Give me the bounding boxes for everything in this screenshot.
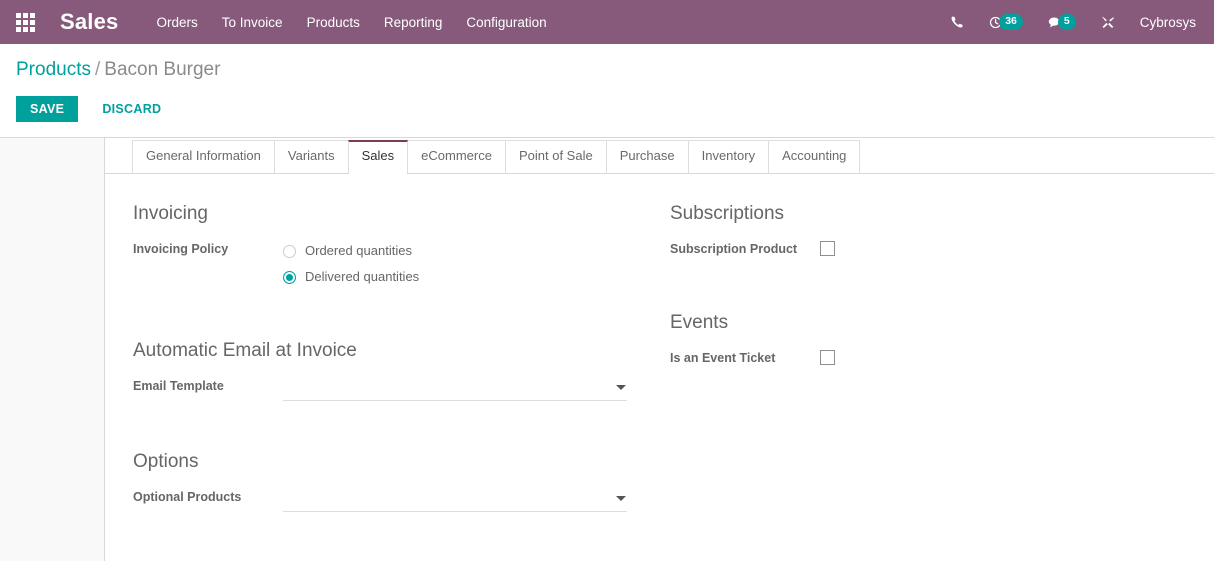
top-navbar: Sales Orders To Invoice Products Reporti…	[0, 0, 1214, 44]
messages-counter-badge: 5	[1057, 14, 1076, 30]
radio-option-delivered-quantities[interactable]: Delivered quantities	[283, 264, 670, 290]
tab-inventory[interactable]: Inventory	[687, 140, 770, 173]
event-ticket-checkbox[interactable]	[820, 350, 835, 365]
record-action-buttons: SAVE DISCARD	[16, 95, 1198, 123]
chevron-down-icon[interactable]	[616, 496, 626, 501]
apps-menu-toggle[interactable]	[8, 7, 42, 37]
radio-ordered-quantities-icon[interactable]	[283, 244, 296, 258]
tab-accounting[interactable]: Accounting	[768, 140, 861, 173]
form-sheet-area: General Information Variants Sales eComm…	[0, 137, 1214, 561]
group-options: Options Optional Products	[133, 448, 670, 512]
label-subscription-product: Subscription Product	[670, 242, 798, 256]
label-is-an-event-ticket: Is an Event Ticket	[670, 351, 776, 365]
value-is-an-event-ticket	[820, 345, 1207, 370]
label-optional-products: Optional Products	[133, 490, 242, 504]
chevron-down-icon[interactable]	[616, 385, 626, 390]
label-email-template: Email Template	[133, 379, 224, 393]
sales-tab-content: Invoicing Invoicing Policy Ordered quant…	[105, 174, 1214, 561]
breadcrumb-parent-products[interactable]: Products	[16, 59, 91, 80]
form-column-left: Invoicing Invoicing Policy Ordered quant…	[133, 200, 670, 561]
value-optional-products	[283, 484, 670, 512]
label-invoicing-policy: Invoicing Policy	[133, 242, 229, 256]
messages-button[interactable]: 5	[1035, 10, 1088, 34]
group-title-options: Options	[133, 451, 199, 472]
sheet-left-gutter	[0, 138, 105, 561]
group-title-events: Events	[670, 312, 729, 333]
group-title-automatic-email: Automatic Email at Invoice	[133, 340, 357, 361]
menu-item-to-invoice[interactable]: To Invoice	[210, 9, 295, 36]
email-template-input[interactable]	[283, 377, 627, 401]
value-subscription-product	[820, 236, 1207, 261]
group-title-subscriptions: Subscriptions	[670, 203, 785, 224]
notebook-tabs: General Information Variants Sales eComm…	[105, 138, 1214, 174]
navbar-right-section: 36 5 Cybrosys	[938, 10, 1200, 34]
breadcrumb-separator: /	[94, 59, 101, 80]
tab-purchase[interactable]: Purchase	[605, 140, 689, 173]
field-subscription-product: Subscription Product	[670, 236, 1207, 262]
main-menu: Orders To Invoice Products Reporting Con…	[145, 9, 559, 36]
value-email-template	[283, 373, 670, 401]
tab-ecommerce[interactable]: eCommerce	[407, 140, 506, 173]
tab-sales[interactable]: Sales	[347, 140, 409, 174]
discard-button[interactable]: DISCARD	[88, 96, 175, 123]
group-title-invoicing: Invoicing	[133, 203, 208, 224]
form-column-right: Subscriptions Subscription Product Event…	[670, 200, 1207, 561]
group-automatic-email-at-invoice: Automatic Email at Invoice Email Templat…	[133, 337, 670, 401]
app-brand-title[interactable]: Sales	[60, 9, 119, 35]
user-menu[interactable]: Cybrosys	[1128, 11, 1200, 34]
tab-general-information[interactable]: General Information	[132, 140, 275, 173]
phone-icon	[951, 16, 963, 28]
field-invoicing-policy: Invoicing Policy Ordered quantities Deli…	[133, 236, 670, 290]
menu-item-products[interactable]: Products	[295, 9, 372, 36]
field-optional-products: Optional Products	[133, 484, 670, 512]
menu-item-orders[interactable]: Orders	[145, 9, 210, 36]
radio-delivered-quantities-icon[interactable]	[283, 270, 296, 284]
developer-tools-button[interactable]	[1088, 11, 1128, 34]
tab-point-of-sale[interactable]: Point of Sale	[504, 140, 607, 173]
save-button[interactable]: SAVE	[16, 95, 79, 123]
wrench-tools-icon	[1102, 16, 1114, 28]
apps-grid-icon	[15, 12, 35, 32]
breadcrumb: Products / Bacon Burger	[16, 58, 1198, 82]
group-events: Events Is an Event Ticket	[670, 309, 1207, 371]
tab-variants[interactable]: Variants	[273, 140, 349, 173]
menu-item-configuration[interactable]: Configuration	[454, 9, 558, 36]
control-panel: Products / Bacon Burger SAVE DISCARD	[0, 44, 1214, 123]
breadcrumb-current-record: Bacon Burger	[104, 59, 221, 80]
optional-products-input[interactable]	[283, 488, 627, 512]
activity-button[interactable]: 36	[977, 10, 1035, 34]
radio-label-delivered-quantities: Delivered quantities	[305, 269, 420, 284]
group-subscriptions: Subscriptions Subscription Product	[670, 200, 1207, 262]
activity-counter-badge: 36	[999, 14, 1023, 30]
radio-option-ordered-quantities[interactable]: Ordered quantities	[283, 238, 670, 264]
form-sheet: General Information Variants Sales eComm…	[105, 138, 1214, 561]
field-email-template: Email Template	[133, 373, 670, 401]
value-invoicing-policy: Ordered quantities Delivered quantities	[283, 236, 670, 290]
field-is-an-event-ticket: Is an Event Ticket	[670, 345, 1207, 371]
radio-label-ordered-quantities: Ordered quantities	[305, 243, 412, 258]
subscription-product-checkbox[interactable]	[820, 241, 835, 256]
group-invoicing: Invoicing Invoicing Policy Ordered quant…	[133, 200, 670, 290]
menu-item-reporting[interactable]: Reporting	[372, 9, 455, 36]
phone-button[interactable]	[938, 11, 977, 34]
